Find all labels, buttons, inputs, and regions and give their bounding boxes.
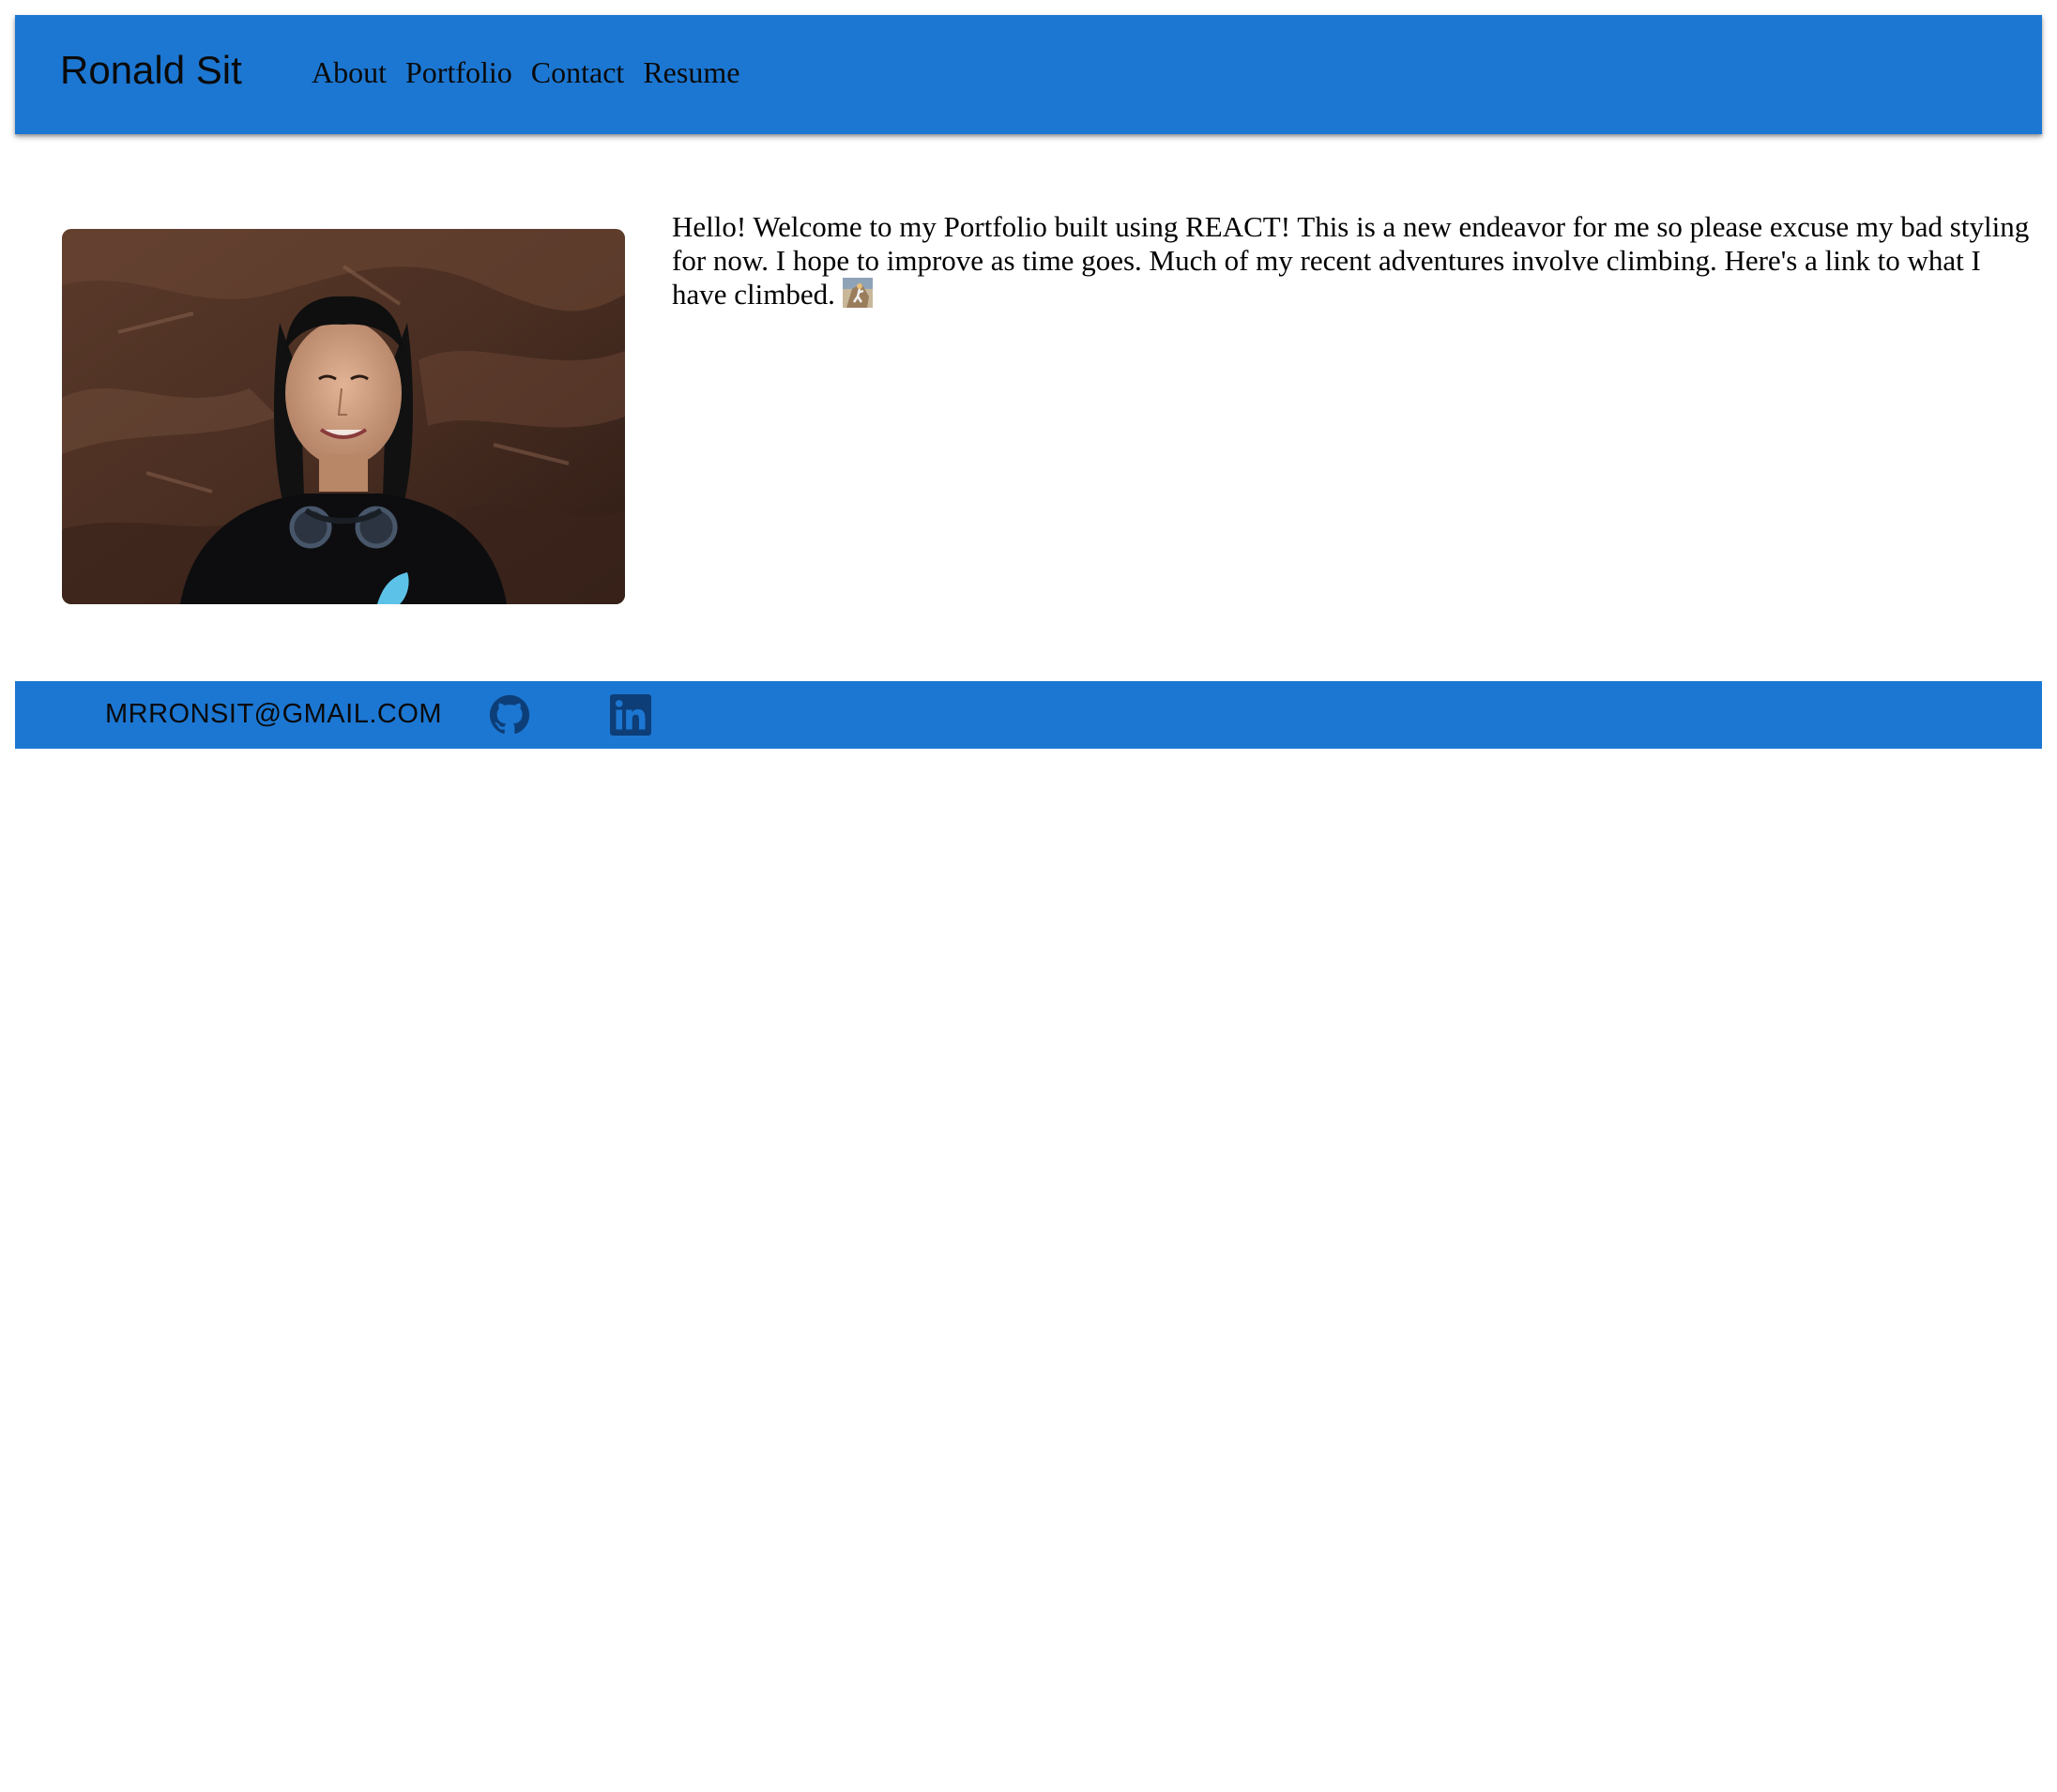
- nav-item-about[interactable]: About: [312, 57, 387, 87]
- nav-item-portfolio[interactable]: Portfolio: [405, 57, 512, 87]
- intro-paragraph: Hello! Welcome to my Portfolio built usi…: [672, 210, 2042, 311]
- nav-item-resume[interactable]: Resume: [643, 57, 739, 87]
- main-nav: About Portfolio Contact Resume: [312, 57, 739, 87]
- nav-item-contact[interactable]: Contact: [531, 57, 625, 87]
- brand-title[interactable]: Ronald Sit: [60, 51, 242, 90]
- footer: MRRONSIT@GMAIL.COM: [15, 681, 2042, 749]
- app-bar: Ronald Sit About Portfolio Contact Resum…: [15, 15, 2042, 134]
- climbing-link[interactable]: [842, 278, 880, 308]
- profile-photo: [62, 229, 625, 604]
- github-icon[interactable]: [489, 694, 530, 736]
- email-link[interactable]: MRRONSIT@GMAIL.COM: [105, 701, 442, 728]
- climber-image-icon: [842, 278, 873, 308]
- linkedin-icon[interactable]: [610, 694, 651, 736]
